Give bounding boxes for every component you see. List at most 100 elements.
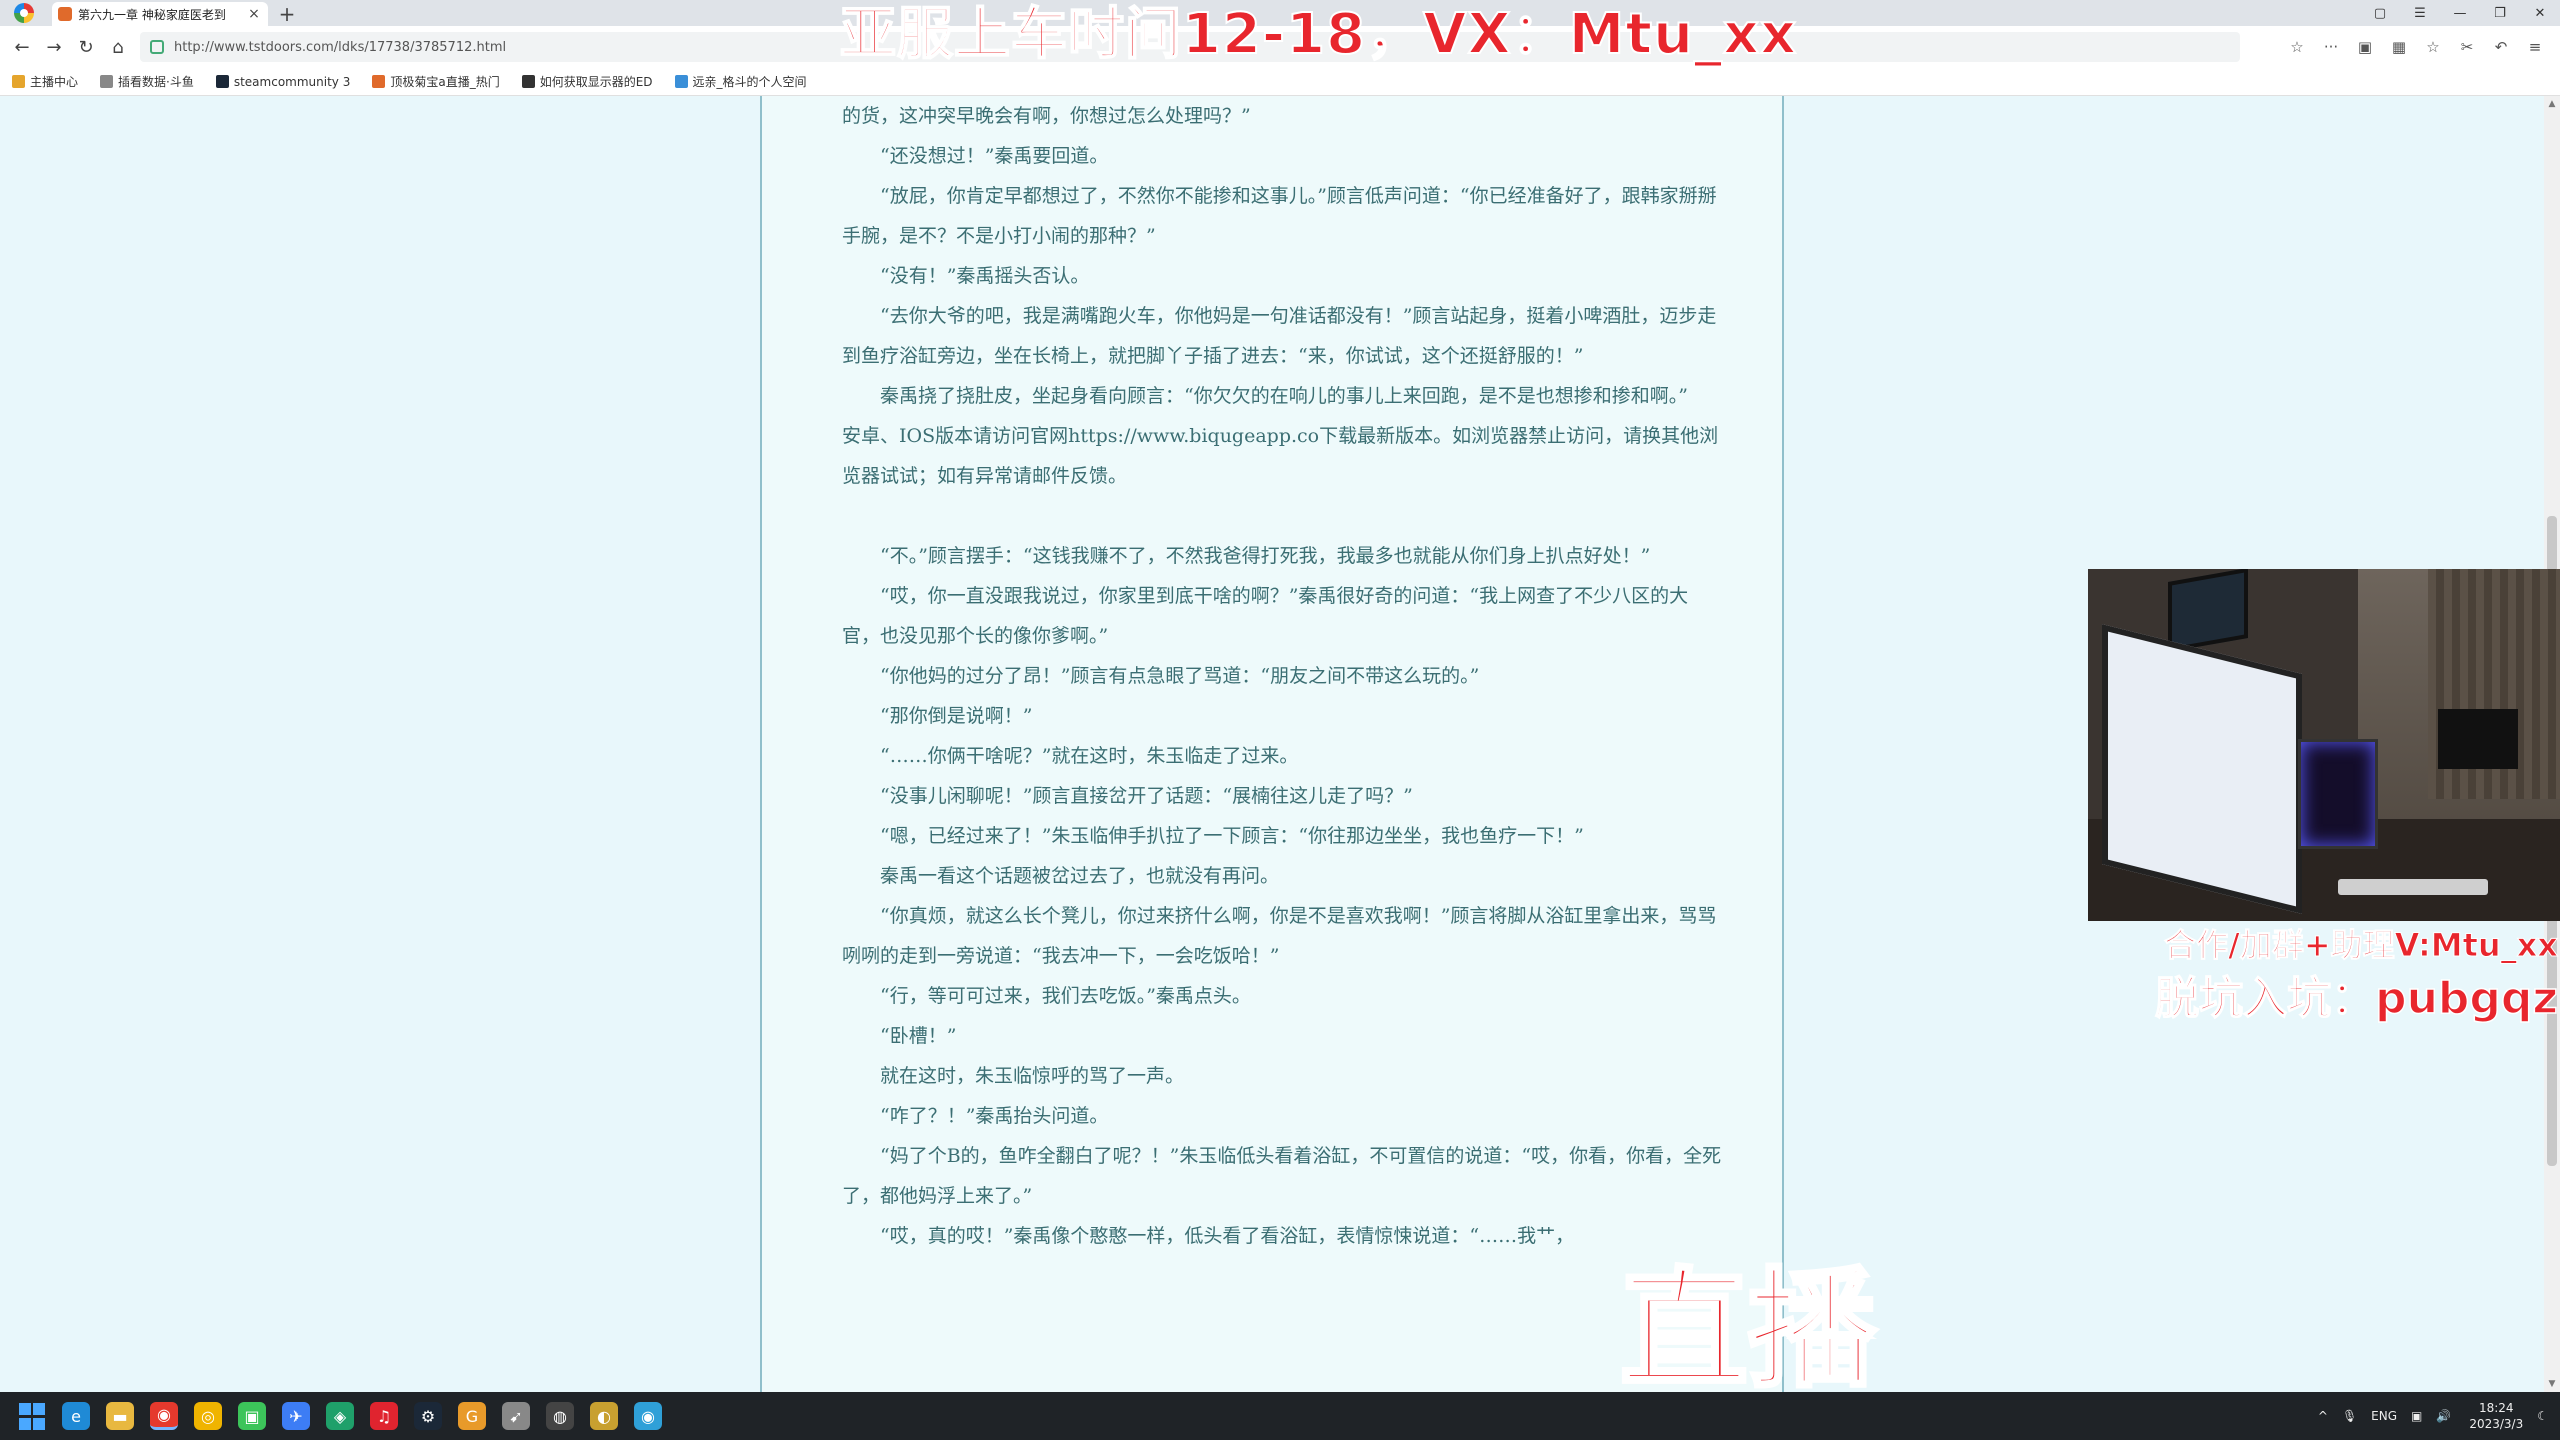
app-owl-icon[interactable]: ◐ [590,1402,618,1430]
clock-time: 18:24 [2478,1401,2514,1415]
obs-icon[interactable]: ◍ [546,1402,574,1430]
home-button[interactable]: ⌂ [102,37,134,58]
site-notice-paragraph: 安卓、IOS版本请访问官网https://www.biqugeapp.co下载最… [842,425,1719,487]
cam-main-monitor [2102,624,2302,914]
clock-date: 2023/3/3 [2469,1417,2524,1431]
extension-grid-icon[interactable]: ▦ [2382,38,2416,56]
taskbar-glyph: ⚙ [420,1406,436,1426]
article-paragraph: “放屁，你肯定早都想过了，不然你不能掺和这事儿。”顾言低声问道：“你已经准备好了… [842,185,1717,247]
tray-chevron-icon[interactable]: ^ [2318,1409,2328,1423]
main-menu-icon[interactable]: ≡ [2518,38,2552,56]
bookmark-item[interactable]: 远亲_格斗的个人空间 [674,73,807,90]
windows-start-icon[interactable] [18,1402,46,1430]
bookmark-favicon-icon [521,75,535,88]
favorites-icon[interactable]: ☆ [2416,38,2450,56]
article-body: 的货，这冲突早晚会有啊，你想过怎么处理吗？” “还没想过！”秦禹要回道。 “放屁，你… [842,96,1722,1256]
article-paragraph: “不。”顾言摆手：“这钱我赚不了，不然我爸得打死我，我最多也就能从你们身上扒点好… [880,545,1651,567]
network-icon[interactable]: ▣ [2411,1409,2422,1423]
taskbar-glyph: ♫ [376,1406,392,1426]
article-paragraph: 秦禹挠了挠肚皮，坐起身看向顾言：“你欠欠的在响儿的事儿上来回跑，是不是也想掺和掺… [880,385,1688,407]
menu-icon[interactable]: ☰ [2400,6,2440,21]
tab-close-icon[interactable]: × [246,6,262,22]
wechat-icon[interactable]: ▣ [238,1402,266,1430]
taskbar-glyph: ✈ [289,1406,303,1426]
minimize-button[interactable]: — [2440,6,2480,21]
security-shield-icon [150,40,164,54]
taskbar-glyph: G [465,1406,479,1426]
app-g-icon[interactable]: G [458,1402,486,1430]
article-paragraph: “咋了？！”秦禹抬头问道。 [880,1105,1109,1127]
system-tray: ^ 🎙 ENG ▣ 🔊 18:24 2023/3/3 ☾ [2304,1392,2548,1440]
language-indicator[interactable]: ENG [2371,1409,2397,1423]
volume-icon[interactable]: 🔊 [2436,1409,2451,1423]
taskbar-apps: e ▬ ◉ ◎ ▣ ✈ ◈ ♫ ⚙ G ➹ ◍ ◐ ◉ [18,1392,678,1440]
microphone-icon[interactable]: 🎙 [2342,1409,2357,1423]
taskbar-glyph: ◎ [201,1406,215,1426]
app-blue-icon[interactable]: ◉ [634,1402,662,1430]
taskbar-glyph: ▣ [244,1406,260,1426]
cam-keyboard [2338,879,2488,895]
bookmark-favicon-icon [372,75,386,88]
article-paragraph: “没事儿闲聊呢！”顾言直接岔开了话题：“展楠往这儿走了吗？” [880,785,1413,807]
article-paragraph: “行，等可可过来，我们去吃饭。”秦禹点头。 [880,985,1251,1007]
article-paragraph: “……你俩干啥呢？”就在这时，朱玉临走了过来。 [880,745,1299,767]
bookmark-item[interactable]: 主播中心 [12,73,78,90]
back-button[interactable]: ← [6,37,38,58]
taskbar-glyph: ◉ [641,1406,655,1426]
scroll-up-arrow-icon[interactable]: ▲ [2544,96,2560,112]
site-favicon-icon [58,7,72,21]
cam-desk-monitor [2438,709,2518,769]
bookmark-item[interactable]: 顶极菊宝a直播_热门 [372,73,500,90]
more-icon[interactable]: ··· [2314,38,2348,56]
steam-icon[interactable]: ⚙ [414,1402,442,1430]
taskbar-clock[interactable]: 18:24 2023/3/3 [2469,1400,2523,1432]
bookmark-star-icon[interactable]: ☆ [2280,38,2314,56]
reload-button[interactable]: ↻ [70,37,102,58]
cam-pc-case [2298,739,2378,849]
file-explorer-icon[interactable]: ▬ [106,1402,134,1430]
article-paragraph: “那你倒是说啊！” [880,705,1033,727]
cam-small-monitor [2168,569,2248,653]
taskbar-glyph: ◉ [157,1405,171,1424]
edge-icon[interactable]: e [62,1402,90,1430]
live-badge: 直播 [1618,1254,1878,1407]
article-paragraph: “还没想过！”秦禹要回道。 [880,145,1109,167]
chrome-icon[interactable]: ◎ [194,1402,222,1430]
forward-button[interactable]: → [38,37,70,58]
bookmark-item[interactable]: 插看数据·斗鱼 [100,73,194,90]
obs-tool-icon[interactable]: ➹ [502,1402,530,1430]
browser-active-icon[interactable]: ◉ [150,1402,178,1430]
new-tab-button[interactable]: + [276,2,298,26]
bookmark-item[interactable]: 如何获取显示器的ED [521,73,653,90]
screenshot-icon[interactable]: ✂ [2450,38,2484,56]
article-paragraph: 秦禹一看这个话题被岔过去了，也就没有再问。 [880,865,1280,887]
maximize-button[interactable]: ❐ [2480,6,2520,21]
stream-top-banner: 亚服上车时间12-18，VX：Mtu_xx [839,1,1798,68]
extension-wechat-icon[interactable]: ▣ [2348,38,2382,56]
toolbar-right: ☆ ··· ▣ ▦ ☆ ✂ ↶ ≡ [2280,26,2552,68]
undo-icon[interactable]: ↶ [2484,38,2518,56]
feishu-icon[interactable]: ✈ [282,1402,310,1430]
article-paragraph: “妈了个B的，鱼咋全翻白了呢？！”朱玉临低头看着浴缸，不可置信的说道：“哎，你看… [842,1145,1722,1207]
cam-caption-contact: 合作/加群+助理V:Mtu_xx [2164,926,2559,965]
bookmark-favicon-icon [100,75,114,88]
browser-logo-icon[interactable] [14,3,34,23]
sidebar-toggle-icon[interactable]: ▢ [2360,6,2400,21]
scroll-down-arrow-icon[interactable]: ▼ [2544,1376,2560,1392]
article-paragraph: “嗯，已经过来了！”朱玉临伸手扒拉了一下顾言：“你往那边坐坐，我也鱼疗一下！” [880,825,1584,847]
window-controls: ▢ ☰ — ❐ ✕ [2360,0,2560,26]
taskbar-glyph: ◍ [553,1406,567,1426]
bookmarks-bar: 主播中心 插看数据·斗鱼 steamcommunity 3 顶极菊宝a直播_热门… [0,68,2560,96]
bookmark-item[interactable]: steamcommunity 3 [215,75,350,89]
article-paragraph: “你他妈的过分了昂！”顾言有点急眼了骂道：“朋友之间不带这么玩的。” [880,665,1480,687]
netease-music-icon[interactable]: ♫ [370,1402,398,1430]
article-paragraph: “卧槽！” [880,1025,957,1047]
bookmark-favicon-icon [674,75,688,88]
webcam-overlay [2088,569,2560,921]
browser-tab-active[interactable]: 第六九一章 神秘家庭医老到 × [52,2,268,26]
taskbar-glyph: ➹ [509,1406,523,1426]
notification-icon[interactable]: ☾ [2537,1409,2548,1423]
app-green-icon[interactable]: ◈ [326,1402,354,1430]
close-window-button[interactable]: ✕ [2520,6,2560,21]
